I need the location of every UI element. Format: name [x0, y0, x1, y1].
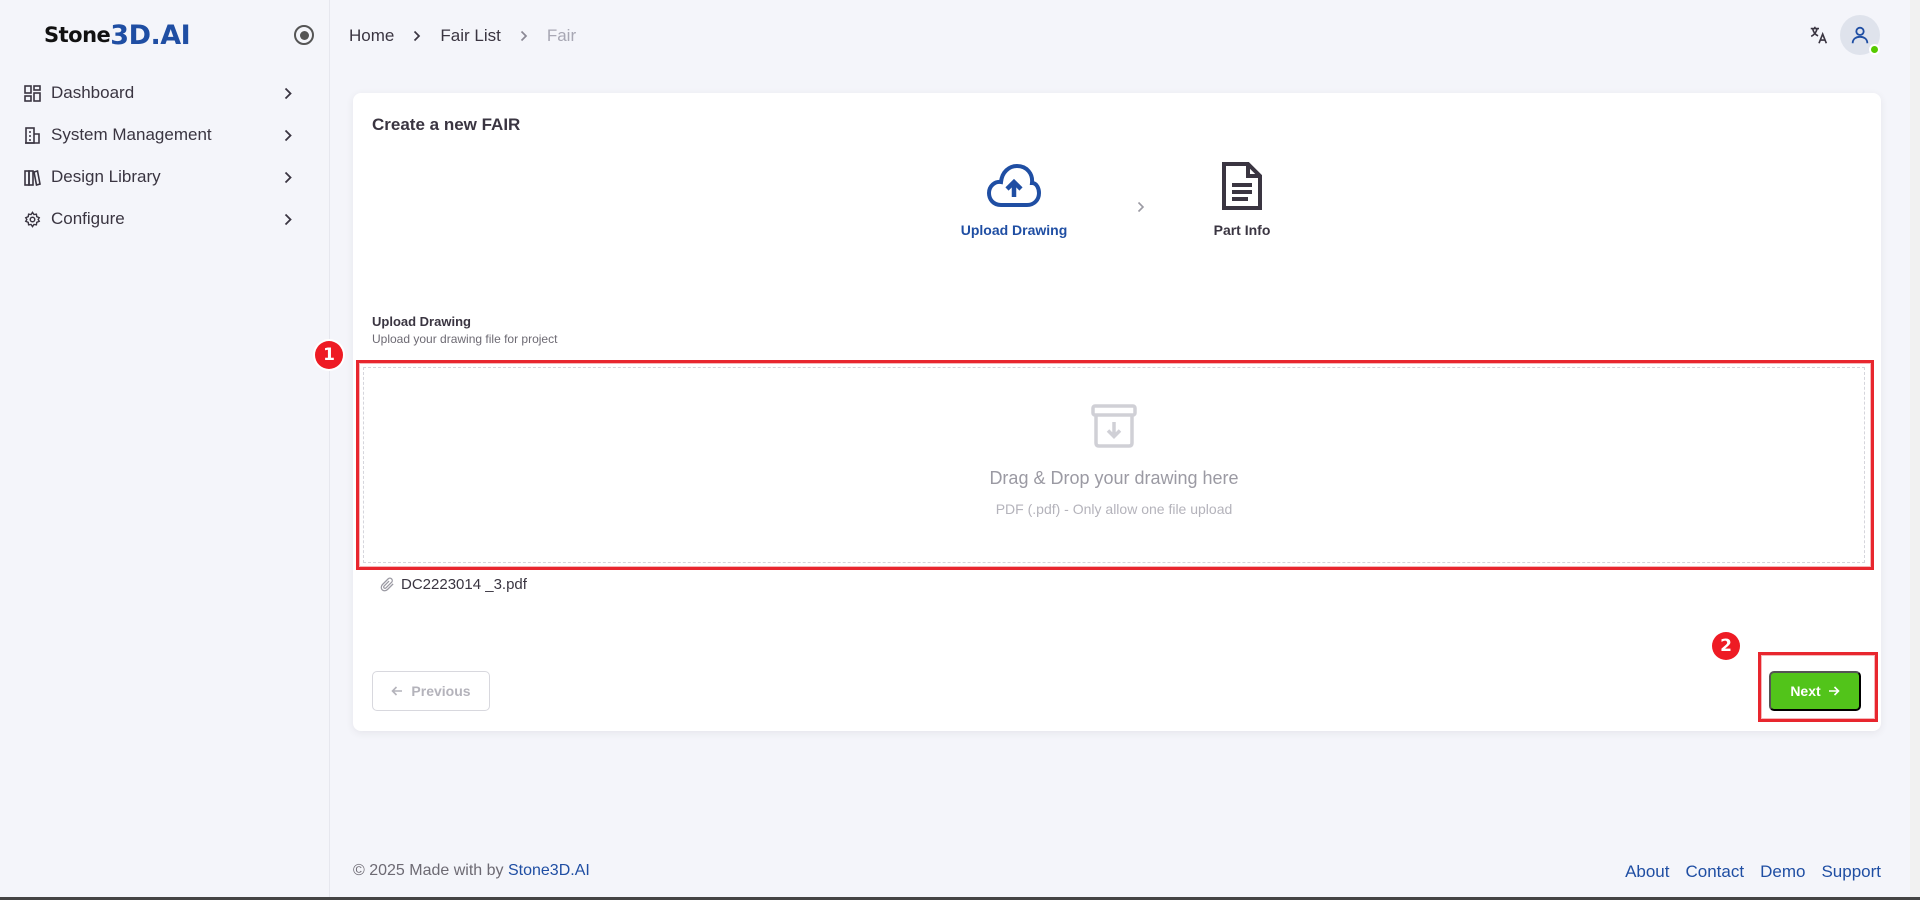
footer-link-about[interactable]: About [1625, 862, 1669, 882]
online-status-dot [1869, 44, 1880, 55]
page-title: Create a new FAIR [372, 115, 521, 134]
user-icon [1851, 26, 1869, 44]
step-upload-drawing[interactable]: Upload Drawing [944, 158, 1084, 238]
brand-logo-part2: 3D.AI [110, 19, 191, 51]
chevron-right-icon [284, 86, 294, 100]
brand-logo-part1: Stone [44, 23, 111, 47]
footer-copyright: © 2025 Made with by Stone3D.AI [353, 862, 590, 880]
sidebar-item-dashboard[interactable]: Dashboard [0, 72, 330, 114]
breadcrumb: Home Fair List Fair [349, 22, 576, 50]
create-fair-card: Create a new FAIR Upload Drawing Part In… [315, 93, 1881, 731]
sidebar-item-system-management[interactable]: System Management [0, 114, 330, 156]
dropzone-highlight-box [356, 360, 1874, 570]
annotation-badge-1: 1 [315, 341, 343, 369]
chevron-right-icon [413, 30, 421, 42]
chevron-right-icon [520, 30, 528, 42]
next-button-highlight-box [1758, 652, 1878, 722]
breadcrumb-fair-list[interactable]: Fair List [440, 26, 500, 46]
sidebar-nav: Dashboard System Management Design Libra… [0, 72, 330, 240]
library-icon [23, 168, 41, 186]
section-subtitle: Upload your drawing file for project [372, 332, 558, 346]
footer-link-demo[interactable]: Demo [1760, 862, 1805, 882]
uploaded-file-item[interactable]: DC2223014 _3.pdf [380, 576, 527, 593]
sidebar-item-label: System Management [51, 125, 212, 144]
building-icon [23, 126, 41, 144]
sidebar-item-label: Design Library [51, 167, 161, 186]
brand-logo[interactable]: Stone 3D.AI [44, 18, 191, 52]
breadcrumb-current: Fair [546, 26, 577, 45]
previous-button-label: Previous [411, 683, 471, 699]
chevron-right-icon [284, 212, 294, 226]
footer-copyright-text: © 2025 Made with by [353, 862, 508, 879]
sidebar-item-design-library[interactable]: Design Library [0, 156, 330, 198]
sidebar-item-label: Configure [51, 209, 125, 228]
gear-icon [23, 210, 41, 228]
dashboard-icon [23, 84, 41, 102]
chevron-right-icon [284, 128, 294, 142]
chevron-right-icon [284, 170, 294, 184]
document-icon [1220, 158, 1264, 214]
page-scrollbar[interactable] [1910, 0, 1920, 897]
sidebar-item-configure[interactable]: Configure [0, 198, 330, 240]
footer-links: About Contact Demo Support [1609, 862, 1881, 882]
sidebar: Stone3D.AI Dashboard System Management [0, 0, 330, 900]
footer-brand-link[interactable]: Stone3D.AI [508, 862, 590, 879]
footer-link-support[interactable]: Support [1821, 862, 1881, 882]
previous-button[interactable]: Previous [372, 671, 490, 711]
translate-button[interactable] [1806, 22, 1832, 48]
breadcrumb-home[interactable]: Home [349, 26, 394, 46]
uploaded-file-name: DC2223014 _3.pdf [401, 576, 527, 593]
paperclip-icon [380, 577, 395, 592]
footer-link-contact[interactable]: Contact [1686, 862, 1745, 882]
translate-icon [1810, 26, 1828, 44]
arrow-left-icon [391, 685, 403, 697]
user-avatar[interactable] [1840, 15, 1880, 55]
cloud-upload-icon [987, 158, 1041, 214]
sidebar-item-label: Dashboard [51, 83, 135, 102]
step-label: Upload Drawing [960, 222, 1068, 238]
radio-dot-icon [299, 30, 309, 40]
chevron-right-icon [1137, 200, 1145, 218]
annotation-badge-2: 2 [1712, 632, 1740, 660]
sidebar-toggle-button[interactable] [294, 25, 314, 45]
step-label: Part Info [1213, 222, 1271, 238]
section-title: Upload Drawing [372, 314, 471, 329]
step-part-info[interactable]: Part Info [1172, 158, 1312, 238]
